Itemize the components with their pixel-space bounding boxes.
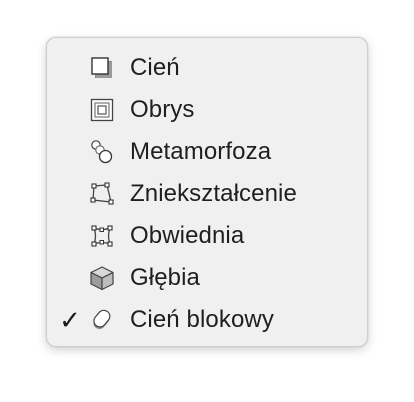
menu-item-shadow[interactable]: Cień [47,47,367,89]
menu-item-label: Cień [130,54,180,81]
menu-item-label: Obrys [130,96,195,123]
distort-icon [89,181,115,207]
block-shadow-icon [89,307,115,333]
page: Cień Obrys Metamorfoza Zniekształcenie O… [0,0,414,402]
menu-item-depth[interactable]: Głębia [47,257,367,299]
depth-cube-icon [89,265,115,291]
checkmark-icon: ✓ [59,304,81,335]
outline-icon [89,97,115,123]
menu-item-label: Metamorfoza [130,138,272,165]
effects-context-menu: Cień Obrys Metamorfoza Zniekształcenie O… [46,37,368,347]
menu-item-label: Głębia [130,264,200,291]
menu-item-label: Obwiednia [130,222,245,249]
menu-item-morph[interactable]: Metamorfoza [47,131,367,173]
menu-item-distort[interactable]: Zniekształcenie [47,173,367,215]
menu-item-block-shadow[interactable]: ✓ Cień blokowy [47,299,367,341]
menu-item-outline[interactable]: Obrys [47,89,367,131]
envelope-icon [89,223,115,249]
shadow-icon [89,55,115,81]
menu-item-envelope[interactable]: Obwiednia [47,215,367,257]
menu-item-label: Cień blokowy [130,306,274,333]
menu-items: Cień Obrys Metamorfoza Zniekształcenie O… [47,47,367,341]
menu-item-label: Zniekształcenie [130,180,297,207]
morph-icon [89,139,115,165]
